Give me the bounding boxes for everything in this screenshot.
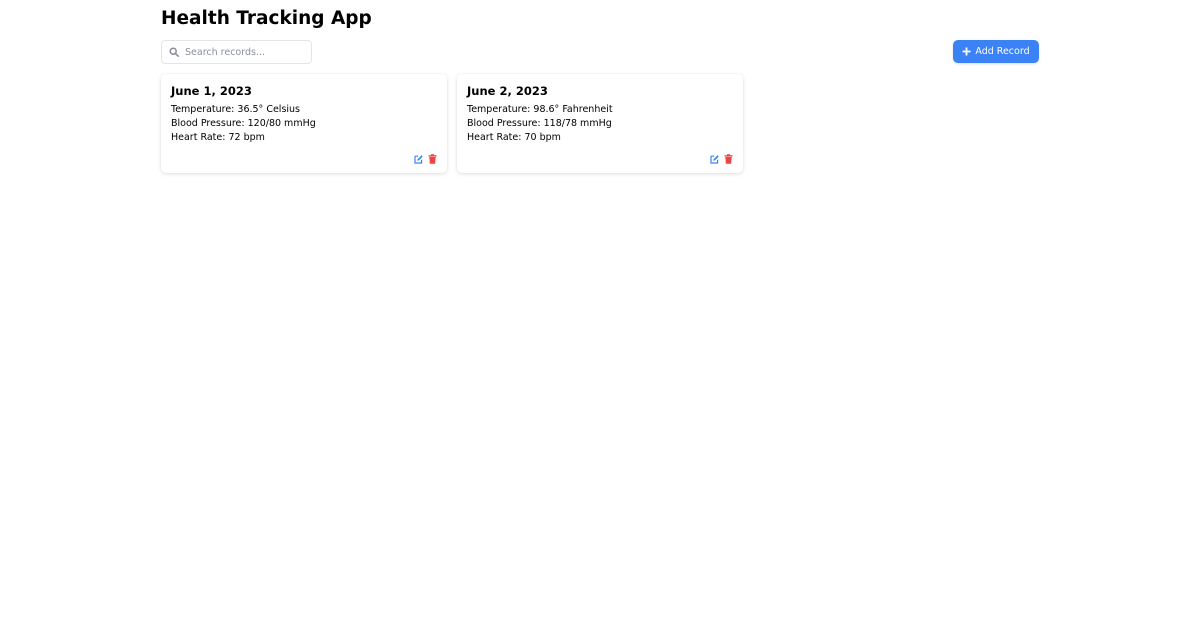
record-heart-rate: Heart Rate: 72 bpm <box>171 132 265 143</box>
edit-icon <box>710 155 719 164</box>
plus-icon <box>962 47 971 56</box>
app-title: Health Tracking App <box>161 8 372 29</box>
record-card: June 1, 2023 Temperature: 36.5° Celsius … <box>161 74 447 173</box>
trash-icon <box>724 154 733 164</box>
edit-icon <box>414 155 423 164</box>
record-actions <box>710 154 733 164</box>
edit-record-button[interactable] <box>710 154 719 164</box>
record-temperature: Temperature: 98.6° Fahrenheit <box>467 104 613 115</box>
add-record-button[interactable]: Add Record <box>953 40 1039 63</box>
delete-record-button[interactable] <box>724 154 733 164</box>
record-card: June 2, 2023 Temperature: 98.6° Fahrenhe… <box>457 74 743 173</box>
delete-record-button[interactable] <box>428 154 437 164</box>
record-heart-rate: Heart Rate: 70 bpm <box>467 132 561 143</box>
search-icon <box>169 47 179 57</box>
record-date: June 1, 2023 <box>171 84 252 98</box>
record-blood-pressure: Blood Pressure: 118/78 mmHg <box>467 118 612 129</box>
app-page: Health Tracking App Add Record June 1, 2… <box>0 0 1200 630</box>
record-blood-pressure: Blood Pressure: 120/80 mmHg <box>171 118 316 129</box>
record-date: June 2, 2023 <box>467 84 548 98</box>
trash-icon <box>428 154 437 164</box>
add-record-label: Add Record <box>975 46 1030 57</box>
search-input[interactable] <box>185 41 307 63</box>
search-box[interactable] <box>161 40 312 64</box>
record-actions <box>414 154 437 164</box>
record-temperature: Temperature: 36.5° Celsius <box>171 104 300 115</box>
edit-record-button[interactable] <box>414 154 423 164</box>
